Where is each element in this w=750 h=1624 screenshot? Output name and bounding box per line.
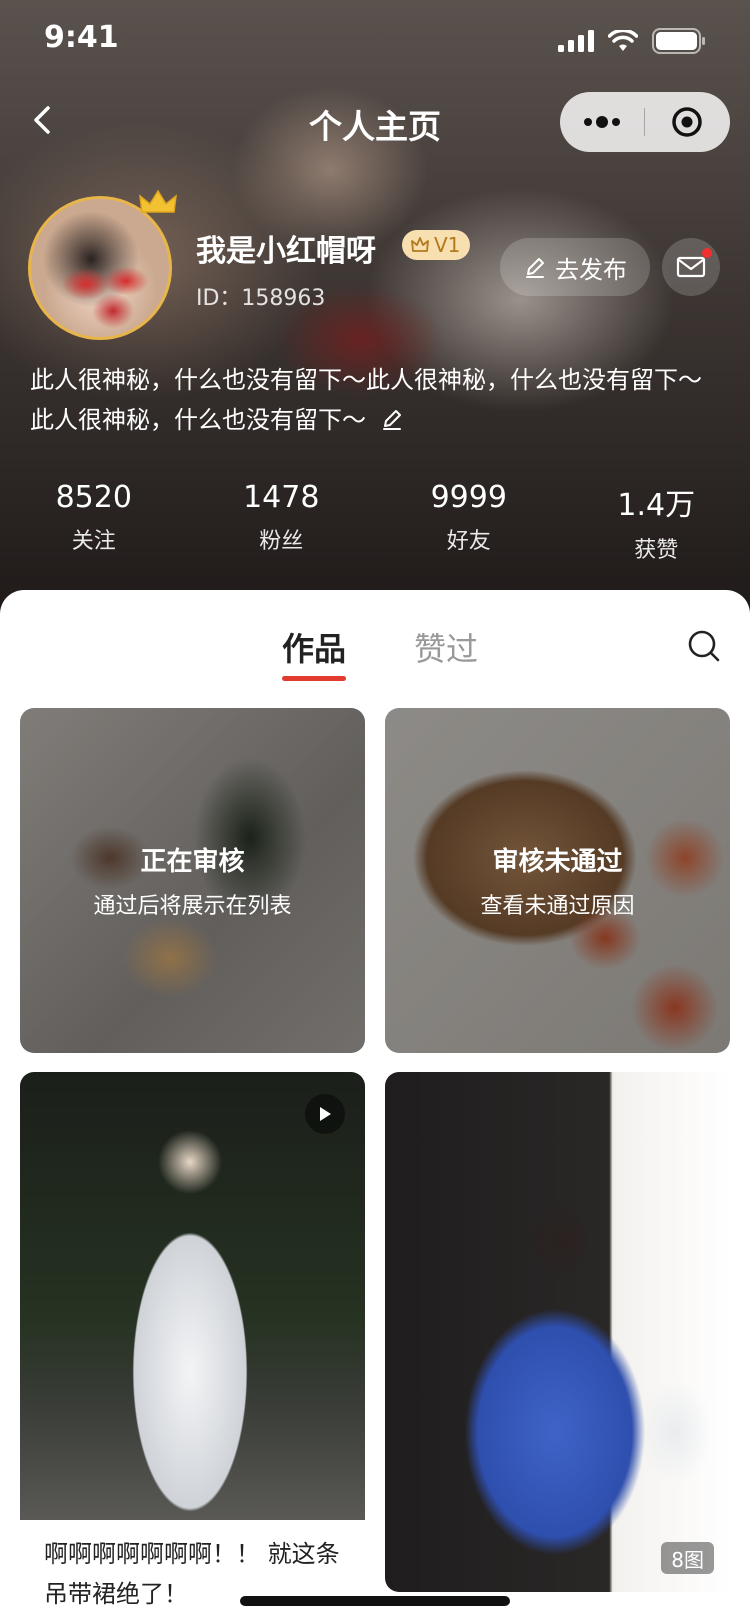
- stat-value: 8520: [55, 480, 132, 515]
- miniprogram-capsule: [560, 92, 730, 152]
- crown-badge-icon: [411, 237, 429, 252]
- status-icons: [558, 28, 706, 54]
- user-name: 我是小红帽呀: [196, 234, 376, 269]
- profile-header: 9:41 个人主页 我是小红帽呀 V1 ID：158963 去发布 此人很神秘，…: [0, 0, 750, 640]
- battery-icon: [652, 28, 705, 54]
- edit-icon[interactable]: [380, 407, 404, 431]
- user-id: ID：158963: [196, 286, 326, 311]
- review-status-title: 正在审核: [140, 847, 245, 877]
- tab-liked[interactable]: 赞过: [414, 624, 478, 670]
- user-bio[interactable]: 此人很神秘，什么也没有留下～此人很神秘，什么也没有留下～此人很神秘，什么也没有留…: [30, 360, 720, 440]
- mail-icon: [676, 256, 706, 278]
- message-button[interactable]: [662, 238, 720, 296]
- review-status-subtitle: 查看未通过原因: [480, 894, 635, 919]
- post-card-rejected[interactable]: 审核未通过 查看未通过原因: [385, 708, 730, 1053]
- more-button[interactable]: [560, 92, 644, 152]
- status-time: 9:41: [44, 20, 119, 55]
- navigation-bar: 个人主页: [0, 88, 750, 152]
- image-count-badge: 8图: [661, 1542, 714, 1574]
- play-icon: [320, 1107, 331, 1121]
- post-cover-image: [20, 1072, 365, 1520]
- search-button[interactable]: [686, 628, 722, 664]
- stat-followers[interactable]: 1478 粉丝: [188, 480, 376, 564]
- review-overlay: 正在审核 通过后将展示在列表: [20, 708, 365, 1053]
- stat-likes[interactable]: 1.4万 获赞: [563, 480, 750, 564]
- level-text: V1: [434, 233, 461, 257]
- stat-label: 好友: [446, 529, 491, 554]
- stat-following[interactable]: 8520 关注: [0, 480, 188, 564]
- pencil-icon: [526, 258, 544, 278]
- bio-text: 此人很神秘，什么也没有留下～此人很神秘，什么也没有留下～此人很神秘，什么也没有留…: [30, 366, 702, 434]
- signal-icon: [558, 30, 594, 52]
- review-status-subtitle: 通过后将展示在列表: [93, 894, 292, 919]
- tab-works[interactable]: 作品: [282, 624, 346, 670]
- publish-label: 去发布: [555, 255, 627, 284]
- stat-value: 9999: [430, 480, 507, 515]
- post-card-under-review[interactable]: 正在审核 通过后将展示在列表: [20, 708, 365, 1053]
- stat-label: 关注: [71, 529, 116, 554]
- crown-icon: [139, 189, 177, 213]
- stat-value: 1.4万: [617, 488, 696, 523]
- stat-value: 1478: [243, 480, 320, 515]
- level-badge: V1: [402, 230, 471, 260]
- stat-label: 粉丝: [259, 529, 304, 554]
- search-icon: [688, 630, 720, 662]
- stat-friends[interactable]: 9999 好友: [375, 480, 563, 564]
- home-indicator: [240, 1596, 510, 1606]
- wifi-icon: [608, 30, 638, 51]
- unread-dot: [702, 248, 712, 258]
- active-tab-indicator: [282, 676, 346, 681]
- post-card-gallery[interactable]: 8图: [385, 1072, 730, 1592]
- post-card-video[interactable]: 啊啊啊啊啊啊啊！！ 就这条吊带裙绝了！: [20, 1072, 365, 1624]
- review-overlay: 审核未通过 查看未通过原因: [385, 708, 730, 1053]
- stats-row: 8520 关注 1478 粉丝 9999 好友 1.4万 获赞: [0, 480, 750, 564]
- close-miniprogram-button[interactable]: [645, 92, 729, 152]
- avatar[interactable]: [28, 189, 177, 340]
- publish-button[interactable]: 去发布: [500, 238, 650, 296]
- stat-label: 获赞: [634, 538, 679, 563]
- content-tabs: 作品 赞过: [0, 590, 750, 690]
- status-bar: 9:41: [0, 0, 750, 80]
- play-button: [305, 1094, 345, 1134]
- content-sheet: 作品 赞过 正在审核 通过后将展示在列表 审核未通过 查看未通过原因 啊啊啊啊啊…: [0, 590, 750, 1624]
- more-dots-icon: [584, 116, 620, 128]
- review-status-title: 审核未通过: [492, 847, 623, 877]
- target-circle-icon: [672, 107, 702, 137]
